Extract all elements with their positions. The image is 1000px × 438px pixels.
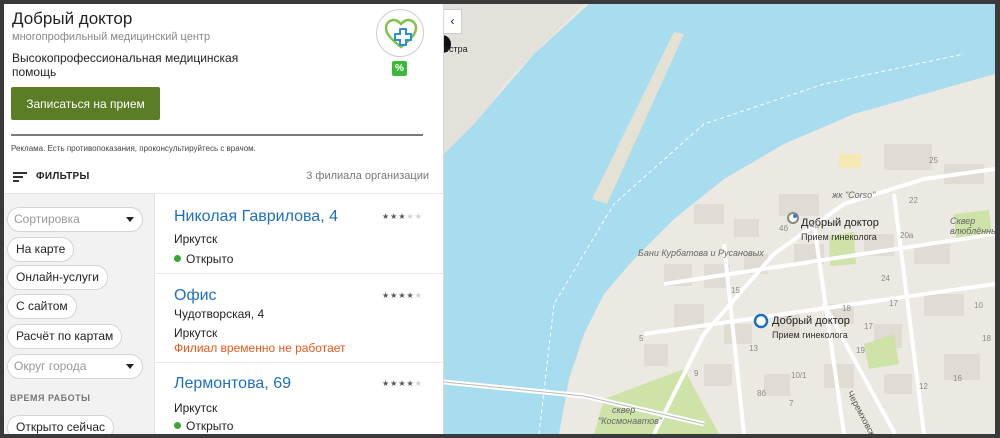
rating-stars: ★★★★★	[382, 212, 423, 221]
filter-with-site[interactable]: С сайтом	[7, 294, 77, 319]
branch-item[interactable]: Офис ★★★★★ Чудотворская, 4 Иркутск Филиа…	[156, 274, 443, 363]
star-icon: ★	[398, 379, 407, 388]
district-select-value: Округ города	[14, 359, 87, 373]
open-dot-icon	[174, 422, 181, 429]
rating-stars: ★★★★★	[382, 379, 423, 388]
map-canvas[interactable]	[444, 4, 995, 434]
clinic-logo	[376, 9, 424, 57]
org-title[interactable]: Добрый доктор	[12, 9, 132, 29]
work-time-heading: ВРЕМЯ РАБОТЫ	[10, 393, 91, 403]
map-label-skver-vlyublennyh: Сквер влюблённых	[950, 216, 995, 236]
star-icon: ★	[398, 212, 407, 221]
chevron-left-icon: ‹	[450, 14, 455, 28]
star-icon: ★	[382, 291, 391, 300]
branch-item[interactable]: Лермонтова, 69 ★★★★★ Иркутск Открыто	[156, 363, 443, 434]
house-number: 12	[919, 382, 928, 391]
house-number: 24	[881, 274, 890, 283]
map-pin-sub: Прием гинеколога	[801, 232, 877, 242]
house-number: 8б	[757, 389, 767, 398]
branch-city: Иркутск	[174, 401, 218, 415]
branch-status: Открыто	[174, 419, 233, 433]
map-label-bani: Бани Курбатова и Русановых	[638, 248, 764, 258]
star-icon: ★	[414, 291, 423, 300]
branch-title[interactable]: Лермонтова, 69	[174, 375, 291, 393]
house-number: 17	[889, 299, 898, 308]
house-number: 25	[929, 156, 938, 165]
house-number: 16	[953, 374, 962, 383]
rating-stars: ★★★★★	[382, 291, 423, 300]
filters-toggle[interactable]: ФИЛЬТРЫ	[36, 171, 90, 182]
branches-count: 3 филиала организации	[306, 170, 429, 182]
sort-select-value: Сортировка	[14, 212, 80, 226]
house-number: 19	[856, 346, 865, 355]
filter-card-payment[interactable]: Расчёт по картам	[7, 324, 123, 349]
organization-panel: Добрый доктор многопрофильный медицински…	[4, 4, 444, 434]
star-icon: ★	[414, 212, 423, 221]
book-appointment-button[interactable]: Записаться на прием	[11, 87, 160, 120]
map-pin-name[interactable]: Добрый доктор	[772, 315, 850, 327]
house-number: 22	[909, 196, 918, 205]
house-number: 10	[974, 301, 983, 310]
heart-cross-icon	[384, 18, 418, 49]
map-label-corso: жк "Corso"	[832, 190, 876, 200]
star-icon: ★	[382, 212, 391, 221]
filter-icon[interactable]	[13, 172, 27, 183]
star-icon: ★	[406, 212, 415, 221]
branch-status: Открыто	[174, 252, 233, 266]
star-icon: ★	[382, 379, 391, 388]
open-dot-icon	[174, 255, 181, 262]
house-number: 7	[789, 399, 794, 408]
org-description: Высокопрофессиональная медицинская помощ…	[12, 51, 239, 79]
branch-status-text: Открыто	[186, 252, 234, 266]
house-number: 9	[694, 369, 699, 378]
selected-pin-icon[interactable]	[753, 313, 769, 329]
house-number: 17	[864, 322, 873, 331]
sort-select[interactable]: Сортировка	[7, 207, 143, 232]
district-select[interactable]: Округ города	[7, 354, 143, 379]
star-icon: ★	[406, 291, 415, 300]
house-number: 10/1	[791, 371, 807, 380]
house-number: 15	[731, 286, 740, 295]
branch-city: Иркутск	[174, 326, 218, 340]
collapse-panel-button[interactable]: ‹	[444, 9, 462, 34]
house-number: 20а	[900, 231, 914, 240]
filter-on-map[interactable]: На карте	[7, 237, 75, 262]
discount-badge: %	[392, 61, 407, 76]
map-label-skver: сквер	[612, 405, 636, 415]
ad-divider	[11, 134, 423, 136]
filters-bar: ФИЛЬТРЫ 3 филиала организации	[4, 159, 443, 194]
branch-status-closed: Филиал временно не работает	[174, 341, 346, 355]
filters-column: Сортировка На карте Онлайн-услуги С сайт…	[4, 194, 155, 434]
branch-status-text: Открыто	[186, 419, 234, 433]
branches-list: Николая Гаврилова, 4 ★★★★★ Иркутск Откры…	[156, 194, 443, 434]
branch-item[interactable]: Николая Гаврилова, 4 ★★★★★ Иркутск Откры…	[156, 194, 443, 274]
branch-title[interactable]: Офис	[174, 287, 217, 305]
branch-city: Иркутск	[174, 232, 218, 246]
star-icon: ★	[414, 379, 423, 388]
app-frame: Добрый доктор многопрофильный медицински…	[4, 4, 995, 434]
house-number: 18	[982, 334, 991, 343]
map-pin-sub: Прием гинеколога	[772, 330, 848, 340]
filter-online-services[interactable]: Онлайн-услуги	[7, 265, 108, 290]
branch-title[interactable]: Николая Гаврилова, 4	[174, 208, 338, 226]
house-number: 5	[639, 334, 644, 343]
ad-disclaimer: Реклама. Есть противопоказания, проконсу…	[11, 144, 256, 153]
map-label-cut-street: естра	[444, 44, 468, 54]
house-number: 4а	[810, 221, 819, 230]
star-icon: ★	[406, 379, 415, 388]
house-number: 18	[842, 304, 851, 313]
clinic-pin-icon[interactable]	[786, 211, 800, 225]
filter-open-now[interactable]: Открыто сейчас	[7, 415, 115, 434]
star-icon: ★	[398, 291, 407, 300]
chevron-down-icon	[126, 217, 134, 222]
house-number: 13	[749, 344, 758, 353]
org-subtitle: многопрофильный медицинский центр	[12, 31, 211, 43]
chevron-down-icon	[126, 364, 134, 369]
branch-address: Чудотворская, 4	[174, 307, 265, 321]
map-view[interactable]: ‹ естра Добрый доктор Прием гинеколога Д…	[444, 4, 995, 434]
house-number: 4б	[779, 224, 789, 233]
map-label-kosmonavtov: "Космонавтов"	[598, 416, 663, 426]
